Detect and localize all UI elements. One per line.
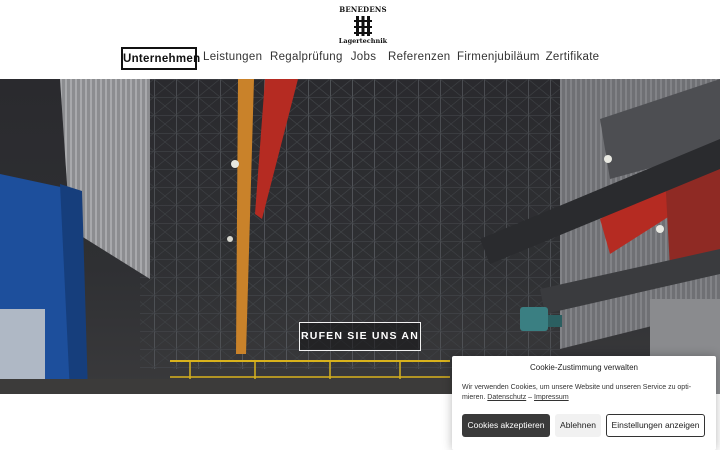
site-header: BENEDENS Lagertechnik Unternehmen Leistu…: [0, 0, 720, 79]
main-navigation: Unternehmen Leistungen Regalprüfung Jobs…: [0, 47, 720, 71]
cookie-banner-text: Wir verwenden Cookies, um unsere Website…: [462, 383, 708, 403]
nav-item-firmenjubilaeum[interactable]: Firmenjubiläum: [457, 47, 540, 70]
cookie-banner-title: Cookie-Zustimmung verwalten: [529, 363, 639, 372]
nav-item-referenzen[interactable]: Referenzen: [388, 47, 450, 70]
privacy-link[interactable]: Datenschutz: [487, 394, 526, 401]
nav-item-regalpruefung[interactable]: Regalprüfung: [270, 47, 342, 70]
deny-cookies-button[interactable]: Ablehnen: [555, 414, 601, 437]
company-logo[interactable]: BENEDENS Lagertechnik: [338, 5, 388, 47]
logo-top-text: BENEDENS: [339, 5, 387, 14]
accept-cookies-button[interactable]: Cookies akzeptieren: [462, 414, 550, 437]
logo-shelf-icon: [354, 16, 372, 36]
nav-item-jobs[interactable]: Jobs: [349, 47, 378, 70]
nav-item-unternehmen[interactable]: Unternehmen: [121, 47, 200, 70]
call-us-button[interactable]: RUFEN SIE UNS AN: [299, 322, 421, 351]
imprint-link[interactable]: Impressum: [534, 394, 569, 401]
cookie-consent-banner: Cookie-Zustimmung verwalten Wir verwende…: [452, 356, 716, 450]
nav-item-zertifikate[interactable]: Zertifikate: [545, 47, 600, 70]
hero-section: RUFEN SIE UNS AN: [0, 79, 720, 394]
link-separator: –: [528, 394, 533, 401]
cookie-settings-button[interactable]: Einstellungen anzeigen: [606, 414, 705, 437]
logo-bottom-text: Lagertechnik: [338, 37, 388, 45]
nav-item-leistungen[interactable]: Leistungen: [203, 47, 262, 70]
